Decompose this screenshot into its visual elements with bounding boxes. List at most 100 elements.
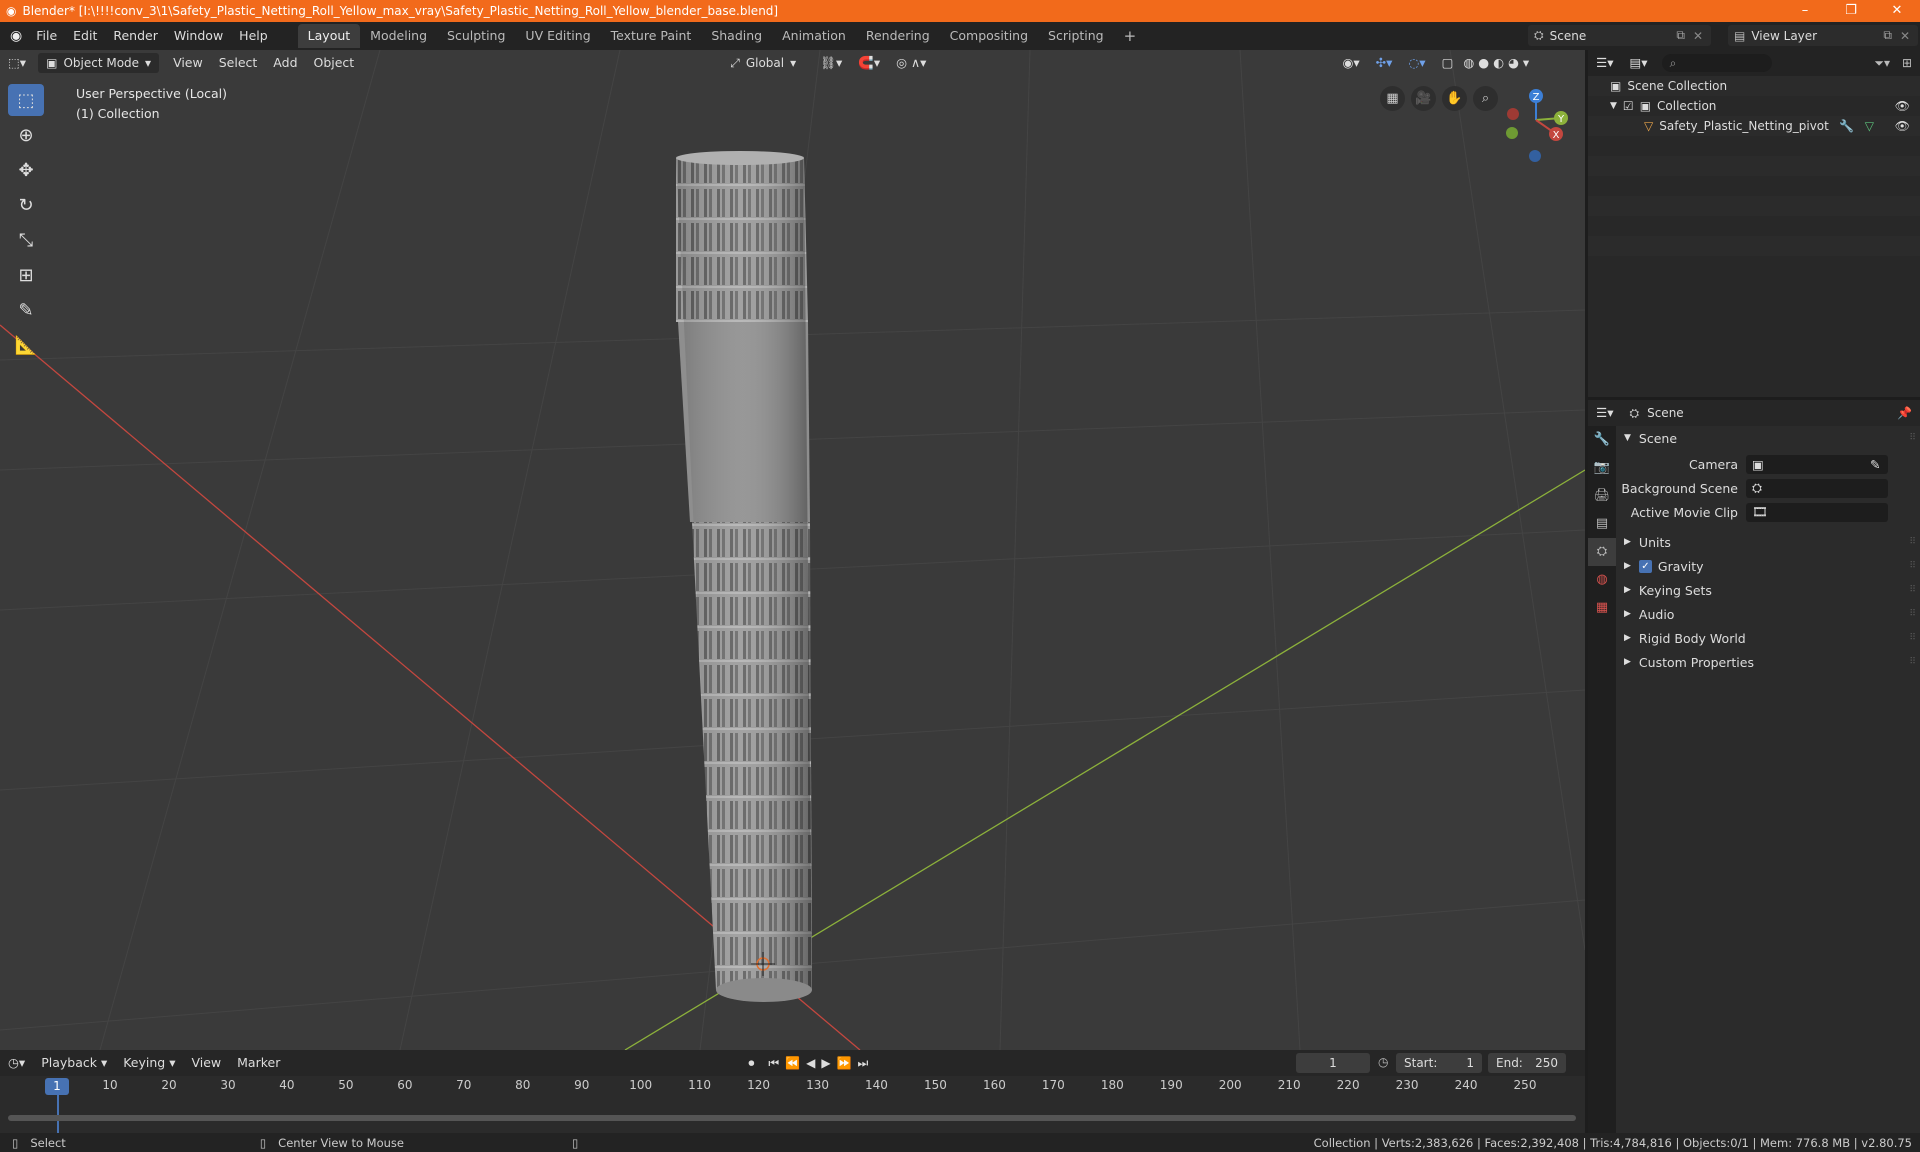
- render-tab-icon[interactable]: 📷: [1588, 454, 1616, 482]
- outliner-search-input[interactable]: ⌕: [1661, 54, 1772, 72]
- eye-icon[interactable]: 👁: [1895, 99, 1910, 113]
- outliner-row-scene-collection[interactable]: ▣ Scene Collection: [1588, 76, 1920, 96]
- tool-tab-icon[interactable]: 🔧: [1588, 426, 1616, 454]
- background-scene-field[interactable]: ⛭: [1746, 478, 1888, 498]
- navigation-gizmo[interactable]: Z Y X: [1506, 89, 1568, 162]
- drag-handle-icon[interactable]: ⠿: [1909, 609, 1916, 619]
- tab-rendering[interactable]: Rendering: [856, 24, 940, 48]
- tab-sculpting[interactable]: Sculpting: [437, 24, 515, 48]
- annotate-icon[interactable]: ✎: [8, 294, 44, 326]
- scene-tab-icon[interactable]: ⛭: [1588, 538, 1616, 566]
- world-tab-icon[interactable]: ◍: [1588, 566, 1616, 594]
- overlay-toggle-icon[interactable]: ◌▾: [1400, 53, 1433, 73]
- view-layer-selector[interactable]: ▤ View Layer ⧉ ✕: [1728, 25, 1918, 46]
- visibility-icon[interactable]: ◉▾: [1334, 53, 1367, 73]
- filter-icon[interactable]: ⏷▾: [1874, 56, 1890, 71]
- tab-shading[interactable]: Shading: [701, 24, 772, 48]
- add-workspace-icon[interactable]: +: [1114, 24, 1147, 48]
- blender-menu-icon[interactable]: ◉: [10, 28, 22, 44]
- orientation-dropdown[interactable]: ⤢ Global ▾: [722, 53, 804, 73]
- tab-layout[interactable]: Layout: [297, 24, 361, 48]
- scene-selector[interactable]: ⛭ Scene ⧉ ✕: [1528, 25, 1711, 46]
- proportional-edit-icon[interactable]: ◎ ∧▾: [888, 53, 934, 73]
- drag-handle-icon[interactable]: ⠿: [1909, 657, 1916, 667]
- scale-icon[interactable]: ⤡: [8, 224, 44, 256]
- menu-view[interactable]: View: [165, 53, 211, 73]
- active-movie-clip-field[interactable]: 🎞: [1746, 502, 1888, 522]
- panel-header-gravity[interactable]: ▶ ✓ Gravity ⠿: [1618, 554, 1920, 578]
- mode-dropdown[interactable]: ▣ Object Mode ▾: [38, 53, 160, 73]
- outliner-row-collection[interactable]: ▼ ☑ ▣ Collection 👁: [1588, 96, 1920, 116]
- tab-scripting[interactable]: Scripting: [1038, 24, 1114, 48]
- eye-icon[interactable]: 👁: [1895, 119, 1910, 133]
- 3d-viewport[interactable]: Z Y X ⬚▾ ▣ Object Mode ▾ View Select Add…: [0, 50, 1585, 1050]
- panel-header-rigid-body-world[interactable]: ▶ Rigid Body World ⠿: [1618, 626, 1920, 650]
- menu-edit[interactable]: Edit: [65, 22, 105, 50]
- maximize-button[interactable]: ❐: [1828, 0, 1874, 22]
- tab-texture-paint[interactable]: Texture Paint: [601, 24, 702, 48]
- select-box-icon[interactable]: ⬚: [8, 84, 44, 116]
- transform-icon[interactable]: ⊞: [8, 259, 44, 291]
- drag-handle-icon[interactable]: ⠿: [1909, 633, 1916, 643]
- menu-select[interactable]: Select: [211, 53, 266, 73]
- properties-editor-icon[interactable]: ☰▾: [1588, 403, 1621, 423]
- view-layer-tab-icon[interactable]: ▤: [1588, 510, 1616, 538]
- remove-view-layer-icon[interactable]: ✕: [1900, 29, 1910, 43]
- panel-header-scene[interactable]: ▼ Scene ⠿: [1618, 426, 1920, 450]
- texture-tab-icon[interactable]: ▦: [1588, 594, 1616, 622]
- drag-handle-icon[interactable]: ⠿: [1909, 585, 1916, 595]
- panel-header-audio[interactable]: ▶ Audio ⠿: [1618, 602, 1920, 626]
- clock-icon[interactable]: ◷: [1378, 1055, 1388, 1069]
- menu-playback[interactable]: Playback ▾: [33, 1053, 115, 1073]
- close-button[interactable]: ✕: [1874, 0, 1920, 22]
- outliner-row-object[interactable]: ▽ Safety_Plastic_Netting_pivot 🔧 ▽ 👁: [1588, 116, 1920, 136]
- start-frame-field[interactable]: Start: 1: [1396, 1053, 1482, 1073]
- tab-uv-editing[interactable]: UV Editing: [515, 24, 600, 48]
- expand-arrow-icon[interactable]: ▼: [1610, 101, 1617, 111]
- menu-object[interactable]: Object: [306, 53, 363, 73]
- move-icon[interactable]: ✥: [8, 154, 44, 186]
- panel-header-custom-properties[interactable]: ▶ Custom Properties ⠿: [1618, 650, 1920, 674]
- mesh-data-icon[interactable]: ▽: [1865, 119, 1874, 133]
- menu-keying[interactable]: Keying ▾: [115, 1053, 183, 1073]
- tab-compositing[interactable]: Compositing: [940, 24, 1038, 48]
- shading-mode-icons[interactable]: ◍ ● ◐ ◕ ▾: [1461, 53, 1531, 73]
- panel-header-keying-sets[interactable]: ▶ Keying Sets ⠿: [1618, 578, 1920, 602]
- zoom-icon[interactable]: ⌕: [1473, 86, 1498, 111]
- menu-help[interactable]: Help: [231, 22, 276, 50]
- drag-handle-icon[interactable]: ⠿: [1909, 561, 1916, 571]
- new-collection-icon[interactable]: ⊞: [1902, 56, 1912, 70]
- grid-view-icon[interactable]: ▦: [1380, 86, 1405, 111]
- menu-timeline-view[interactable]: View: [183, 1053, 229, 1073]
- duplicate-view-layer-icon[interactable]: ⧉: [1883, 28, 1892, 43]
- editor-type-icon[interactable]: ⬚▾: [0, 53, 34, 73]
- menu-marker[interactable]: Marker: [229, 1053, 288, 1073]
- gravity-checkbox[interactable]: ✓: [1638, 559, 1652, 573]
- viewport-scene[interactable]: Z Y X: [0, 50, 1585, 1050]
- cursor-icon[interactable]: ⊕: [8, 119, 44, 151]
- camera-field[interactable]: ▣: [1746, 454, 1888, 474]
- current-frame-field[interactable]: 1: [1296, 1053, 1370, 1073]
- display-mode-icon[interactable]: ▤▾: [1621, 53, 1655, 73]
- menu-window[interactable]: Window: [166, 22, 231, 50]
- pin-icon[interactable]: 📌: [1897, 406, 1912, 420]
- drag-handle-icon[interactable]: ⠿: [1909, 537, 1916, 547]
- drag-handle-icon[interactable]: ⠿: [1909, 433, 1916, 443]
- pivot-icon[interactable]: ⛓▾: [812, 53, 850, 73]
- exclude-checkbox[interactable]: ☑: [1623, 99, 1634, 113]
- measure-icon[interactable]: 📐: [8, 329, 44, 361]
- tab-animation[interactable]: Animation: [772, 24, 856, 48]
- xray-icon[interactable]: ▢: [1434, 53, 1462, 73]
- menu-add[interactable]: Add: [265, 53, 305, 73]
- menu-file[interactable]: File: [28, 22, 65, 50]
- snap-icon[interactable]: 🧲▾: [850, 53, 888, 73]
- playhead[interactable]: 1: [45, 1078, 69, 1095]
- output-tab-icon[interactable]: 🖨: [1588, 482, 1616, 510]
- pan-hand-icon[interactable]: ✋: [1442, 86, 1467, 111]
- record-icon[interactable]: ⏺: [748, 1056, 754, 1071]
- camera-view-icon[interactable]: 🎥: [1411, 86, 1436, 111]
- timeline-scrollbar[interactable]: [8, 1115, 1576, 1121]
- panel-header-units[interactable]: ▶ Units ⠿: [1618, 530, 1920, 554]
- gizmo-toggle-icon[interactable]: ✣▾: [1368, 53, 1401, 73]
- frame-ruler[interactable]: 1102030405060708090100110120130140150160…: [0, 1076, 1585, 1096]
